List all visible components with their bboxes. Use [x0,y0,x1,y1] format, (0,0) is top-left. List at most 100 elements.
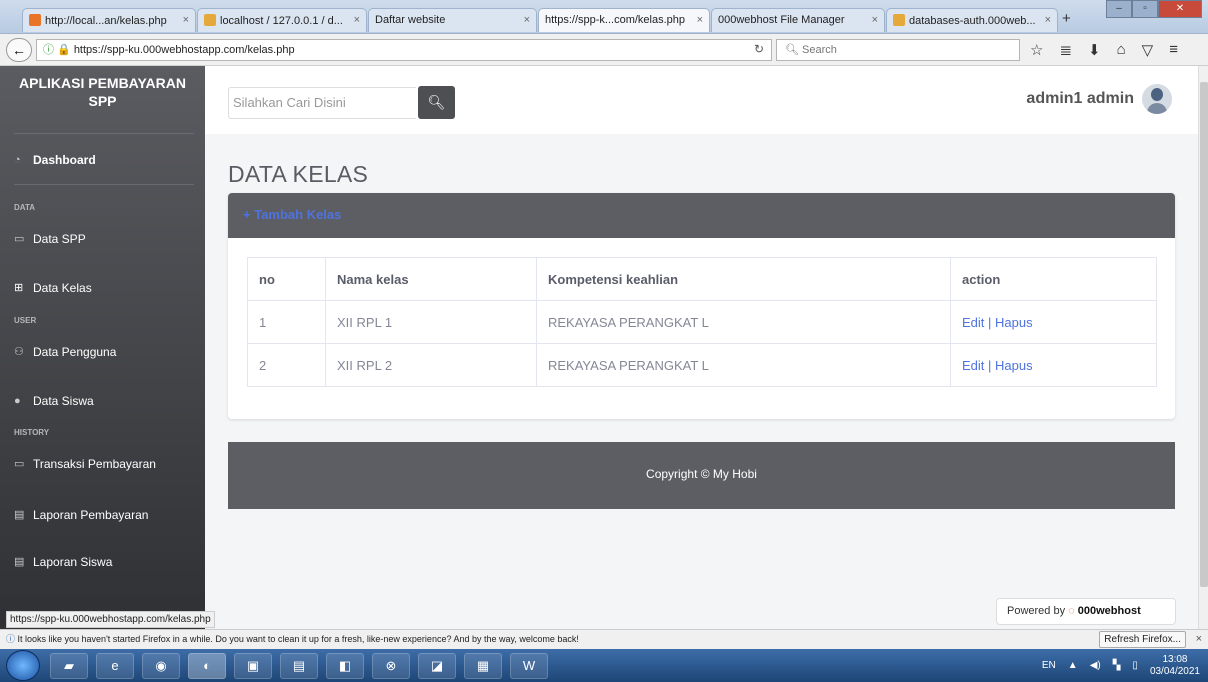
user-menu[interactable]: admin1 admin [1026,84,1172,114]
divider [14,133,194,134]
app-icon[interactable]: ◪ [418,653,456,679]
close-tab-icon[interactable]: × [697,14,703,26]
taskbar: ▰ e ◉ ◐ ▣ ▤ ◧ ⊗ ◪ ▦ W EN ▲ ◀) ▚ ▯ 13:08 0… [0,649,1208,682]
search-input[interactable]: Silahkan Cari Disini [228,87,416,119]
sidebar-brand[interactable]: APLIKASI PEMBAYARAN SPP [15,74,190,110]
browser-tab[interactable]: databases-auth.000web... × [886,8,1058,32]
xampp-icon[interactable]: ⊗ [372,653,410,679]
search-icon: 🔍︎ [785,44,803,56]
app-icon[interactable]: ▣ [234,653,272,679]
sidebar-item-laporan-siswa[interactable]: ▤ Laporan Siswa [14,555,112,569]
money-icon: ▭ [14,233,25,245]
hapus-link[interactable]: Hapus [995,315,1033,330]
users-icon: ⚇ [14,346,24,358]
data-card: + Tambah Kelas no Nama kelas Kompetensi … [228,193,1175,419]
back-button[interactable]: ← [6,38,32,62]
tray-arrow-icon[interactable]: ▲ [1068,660,1078,671]
browser-tab-active[interactable]: https://spp-k...com/kelas.php × [538,8,710,32]
edit-link[interactable]: Edit [962,358,984,373]
download-icon[interactable]: ⬇ [1088,41,1101,59]
maximize-button[interactable]: ▫ [1132,0,1158,18]
avatar [1142,84,1172,114]
hapus-link[interactable]: Hapus [995,358,1033,373]
browser-tab[interactable]: http://local...an/kelas.php × [22,8,196,32]
system-tray: EN ▲ ◀) ▚ ▯ 13:08 03/04/2021 [1042,649,1200,682]
divider [14,184,194,185]
report-icon: ▤ [14,509,25,521]
reading-list-icon[interactable]: ≣ [1059,41,1072,59]
action-separator: | [984,357,996,373]
info-icon: ⓘ [6,634,18,644]
firefox-icon[interactable]: ◐ [188,653,226,679]
close-tab-icon[interactable]: × [1045,14,1051,26]
cell-nama-kelas: XII RPL 1 [325,300,537,344]
cell-no: 2 [247,343,326,387]
table-icon: ⊞ [14,282,24,294]
start-button[interactable] [6,650,40,681]
reload-icon[interactable]: ↻ [754,42,764,56]
dashboard-icon: ◔ [14,154,21,166]
action-separator: | [984,314,996,330]
browser-tab[interactable]: 000webhost File Manager × [711,8,885,32]
page-viewport: APLIKASI PEMBAYARAN SPP ◔ Dashboard DATA … [0,66,1198,629]
sticky-notes-icon[interactable]: ▰ [50,653,88,679]
sidebar-item-dashboard[interactable]: ◔ Dashboard [14,153,96,167]
sidebar: APLIKASI PEMBAYARAN SPP ◔ Dashboard DATA … [0,66,205,629]
scrollbar-thumb[interactable] [1200,82,1208,587]
chrome-icon[interactable]: ◉ [142,653,180,679]
sidebar-heading-data: DATA [14,203,36,212]
favicon-icon [204,14,216,26]
add-kelas-link[interactable]: + Tambah Kelas [243,207,341,222]
sidebar-item-data-pengguna[interactable]: ⚇ Data Pengguna [14,345,116,359]
close-tab-icon[interactable]: × [183,14,189,26]
volume-icon[interactable]: ◀) [1090,660,1101,671]
browser-tab[interactable]: localhost / 127.0.0.1 / d... × [197,8,367,32]
sidebar-item-laporan-pembayaran[interactable]: ▤ Laporan Pembayaran [14,508,148,522]
cell-kompetensi: REKAYASA PERANGKAT L [536,300,951,344]
sidebar-heading-user: USER [14,316,37,325]
column-header-kompetensi: Kompetensi keahlian [536,257,951,301]
new-tab-button[interactable]: + [1062,10,1071,27]
file-explorer-icon[interactable]: ▤ [280,653,318,679]
close-window-button[interactable]: ✕ [1158,0,1202,18]
browser-navbar: ← ⓘ 🔒 https://spp-ku.000webhostapp.com/k… [0,34,1208,66]
home-icon[interactable]: ⌂ [1117,41,1126,59]
cell-action: Edit | Hapus [950,300,1157,344]
menu-icon[interactable]: ≡ [1169,41,1178,59]
word-icon[interactable]: W [510,653,548,679]
close-tab-icon[interactable]: × [354,14,360,26]
search-button[interactable]: 🔍︎ [418,86,455,119]
pocket-icon[interactable]: ▽ [1142,41,1154,59]
network-icon[interactable]: ▚ [1113,660,1121,671]
topbar: Silahkan Cari Disini 🔍︎ admin1 admin [205,66,1198,134]
edit-link[interactable]: Edit [962,315,984,330]
refresh-firefox-button[interactable]: Refresh Firefox... [1099,631,1186,648]
sidebar-item-transaksi[interactable]: ▭ Transaksi Pembayaran [14,457,156,471]
sidebar-item-data-siswa[interactable]: ● Data Siswa [14,394,94,408]
browser-search-input[interactable]: 🔍︎ Search [776,39,1020,61]
clock[interactable]: 13:08 03/04/2021 [1150,654,1200,678]
browser-tab-strip: http://local...an/kelas.php × localhost /… [0,0,1208,34]
folder-icon[interactable]: ◧ [326,653,364,679]
user-icon: ● [14,395,21,407]
webhost-logo-icon: ◌ [1068,605,1075,617]
language-indicator[interactable]: EN [1042,660,1056,671]
bookmark-star-icon[interactable]: ☆ [1030,41,1043,59]
close-notification-icon[interactable]: × [1196,630,1202,649]
close-tab-icon[interactable]: × [524,14,530,26]
powered-by-badge[interactable]: Powered by ◌ 000webhost [996,598,1176,625]
sidebar-item-data-spp[interactable]: ▭ Data SPP [14,232,86,246]
money-bill-icon: ▭ [14,458,25,470]
control-panel-icon[interactable]: ▦ [464,653,502,679]
column-header-action: action [950,257,1157,301]
internet-explorer-icon[interactable]: e [96,653,134,679]
notification-flag-icon[interactable]: ▯ [1132,660,1138,671]
close-tab-icon[interactable]: × [872,14,878,26]
status-url: https://spp-ku.000webhostapp.com/kelas.p… [6,611,215,628]
powered-prefix: Powered by [1007,605,1066,617]
browser-tab[interactable]: Daftar website × [368,8,537,32]
sidebar-item-data-kelas[interactable]: ⊞ Data Kelas [14,281,92,295]
url-bar[interactable]: ⓘ 🔒 https://spp-ku.000webhostapp.com/kel… [36,39,772,61]
page-scrollbar[interactable] [1198,66,1208,629]
minimize-button[interactable]: – [1106,0,1132,18]
